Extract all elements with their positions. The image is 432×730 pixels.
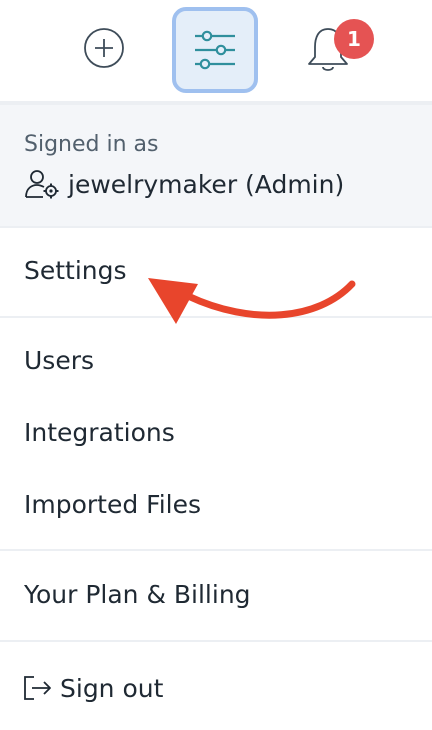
menu-divider — [0, 226, 432, 228]
menu-divider — [0, 549, 432, 551]
plus-circle-icon — [84, 28, 124, 68]
sign-out-label: Sign out — [60, 673, 164, 703]
menu-item-integrations[interactable]: Integrations — [24, 418, 175, 447]
signed-in-username: jewelrymaker (Admin) — [68, 169, 345, 199]
signed-in-panel — [0, 105, 432, 227]
filters-button[interactable] — [172, 7, 258, 93]
menu-divider — [0, 640, 432, 642]
user-admin-icon — [25, 170, 59, 199]
menu-item-users[interactable]: Users — [24, 346, 94, 375]
signed-in-user: jewelrymaker (Admin) — [24, 167, 344, 201]
menu-item-settings[interactable]: Settings — [24, 256, 127, 285]
menu-item-plan-billing[interactable]: Your Plan & Billing — [24, 580, 251, 609]
add-button[interactable] — [78, 22, 130, 74]
menu-item-imported-files[interactable]: Imported Files — [24, 490, 201, 519]
notification-badge: 1 — [334, 19, 374, 59]
sliders-icon — [195, 30, 235, 70]
sign-out-button[interactable]: Sign out — [22, 669, 163, 707]
sign-out-icon — [24, 676, 51, 700]
signed-in-caption: Signed in as — [24, 132, 159, 157]
annotation-arrow — [148, 278, 356, 324]
